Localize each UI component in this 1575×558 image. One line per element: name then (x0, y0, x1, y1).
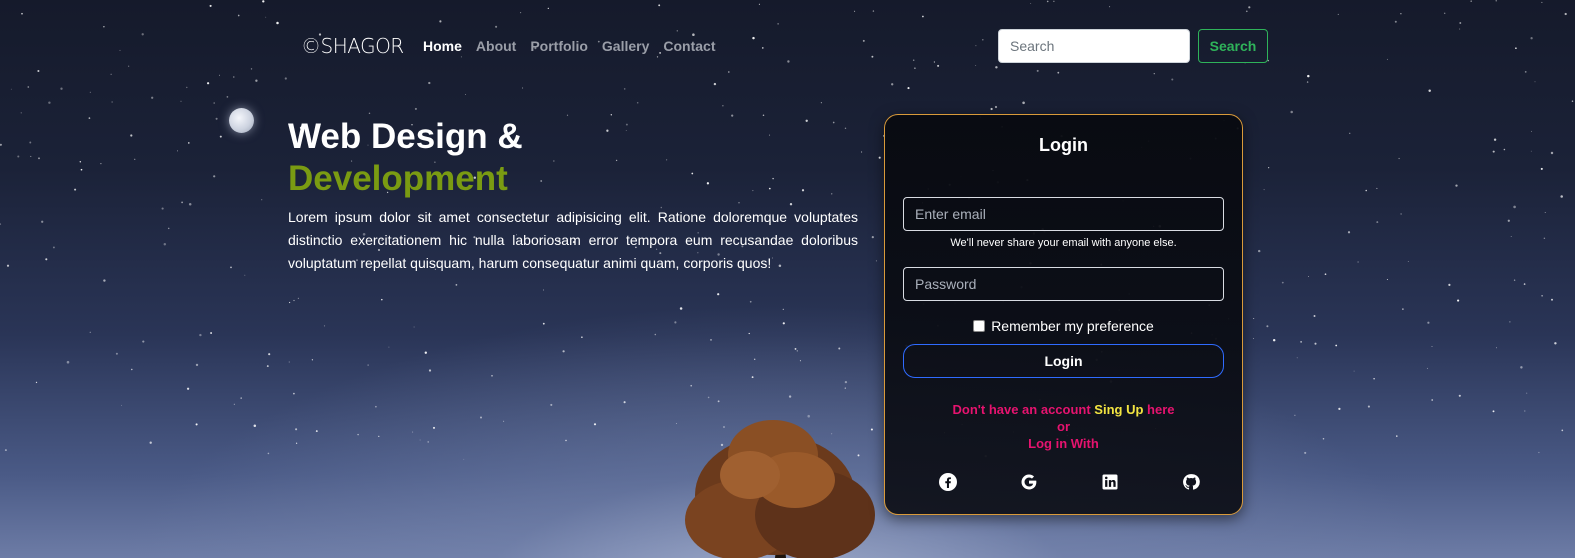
signup-block: Don't have an account Sing Up here or Lo… (885, 401, 1242, 452)
nav-links: Home About Portfolio Gallery Contact (423, 38, 730, 54)
nav-link-contact[interactable]: Contact (663, 38, 715, 54)
search-input[interactable] (998, 29, 1190, 63)
remember-checkbox[interactable] (973, 320, 986, 332)
email-help-text: We'll never share your email with anyone… (950, 237, 1177, 249)
signup-suffix-text: here (1143, 402, 1175, 417)
signup-prefix-text: Don't have an account (952, 402, 1095, 417)
brand-logo[interactable]: ©SHAGOR (301, 34, 404, 58)
linkedin-icon[interactable] (1101, 473, 1119, 491)
social-login-row (885, 473, 1242, 493)
nav-link-home[interactable]: Home (423, 38, 462, 54)
remember-row: Remember my preference (885, 318, 1242, 334)
nav-link-gallery[interactable]: Gallery (602, 38, 649, 54)
password-field[interactable] (903, 267, 1224, 301)
remember-label[interactable]: Remember my preference (991, 318, 1154, 334)
hero-section: Web Design & Development Lorem ipsum dol… (288, 118, 858, 275)
google-icon[interactable] (1020, 473, 1038, 491)
login-with-text: Log in With (1028, 436, 1099, 451)
navbar: ©SHAGOR Home About Portfolio Gallery Con… (0, 0, 1575, 92)
login-card: Login We'll never share your email with … (884, 114, 1243, 515)
login-button[interactable]: Login (903, 344, 1224, 378)
hero-title-line1: Web Design & (288, 117, 523, 156)
login-title: Login (1039, 135, 1088, 155)
signup-link[interactable]: Sing Up (1094, 402, 1143, 417)
hero-paragraph: Lorem ipsum dolor sit amet consectetur a… (288, 209, 858, 271)
moon-image (229, 108, 254, 133)
hero-title-line2: Development (288, 159, 508, 198)
or-text: or (1057, 419, 1070, 434)
facebook-icon[interactable] (939, 473, 957, 491)
nav-link-about[interactable]: About (476, 38, 516, 54)
search-button[interactable]: Search (1198, 29, 1268, 63)
github-icon[interactable] (1182, 473, 1200, 491)
email-field[interactable] (903, 197, 1224, 231)
nav-link-portfolio[interactable]: Portfolio (530, 38, 588, 54)
